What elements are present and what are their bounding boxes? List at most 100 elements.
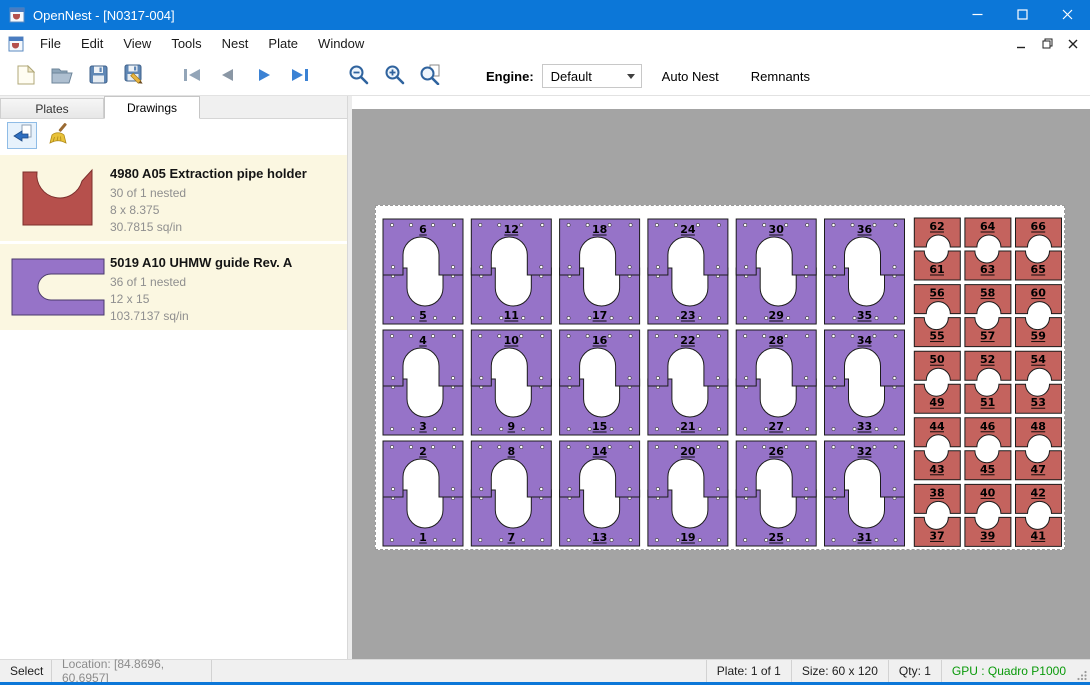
part-number: 64 [980, 220, 996, 233]
nav-next-button[interactable] [248, 60, 280, 92]
open-folder-icon [51, 66, 73, 87]
part-number: 60 [1031, 287, 1047, 300]
mdi-restore-button[interactable] [1036, 34, 1058, 53]
tab-plates-label: Plates [35, 102, 68, 116]
menu-item-plate[interactable]: Plate [258, 32, 308, 55]
main-area: Plates Drawings 4980 A05 Extraction pipe… [0, 96, 1090, 659]
minimize-button[interactable] [955, 0, 1000, 30]
part-number: 58 [980, 287, 995, 300]
status-plate-size: Size: 60 x 120 [791, 660, 888, 682]
remnants-button[interactable]: Remnants [739, 63, 822, 90]
nav-last-button[interactable] [284, 60, 316, 92]
minimize-icon [972, 8, 983, 23]
mdi-document-icon [8, 36, 24, 52]
part-number: 50 [929, 353, 945, 366]
part-number: 29 [769, 309, 784, 322]
chevron-down-icon [627, 74, 635, 79]
menubar: File Edit View Tools Nest Plate Window [0, 30, 1090, 57]
zoom-fit-button[interactable] [414, 60, 446, 92]
part-number: 28 [769, 334, 784, 347]
part-number: 49 [929, 396, 944, 409]
part-number: 35 [857, 309, 872, 322]
part-number: 25 [769, 531, 784, 544]
nest-svg-container: 6512111817242330293635431091615222128273… [376, 206, 1064, 549]
arrow-left-page-icon [11, 123, 33, 148]
open-button[interactable] [46, 60, 78, 92]
part-number: 31 [857, 531, 872, 544]
clean-button[interactable] [44, 122, 74, 149]
broom-icon [48, 122, 70, 149]
part-number: 34 [857, 334, 873, 347]
part-number: 32 [857, 445, 872, 458]
menu-item-view[interactable]: View [113, 32, 161, 55]
part-number: 6 [419, 223, 427, 236]
zoom-out-button[interactable] [342, 60, 374, 92]
status-gpu: GPU : Quadro P1000 [941, 660, 1076, 682]
drawing-thumbnail [6, 163, 110, 233]
nest-plate-svg: 6512111817242330293635431091615222128273… [376, 206, 1064, 549]
mdi-close-button[interactable] [1062, 34, 1084, 53]
auto-nest-button[interactable]: Auto Nest [650, 63, 731, 90]
part-number: 5 [419, 309, 427, 322]
part-number: 7 [507, 531, 515, 544]
menu-item-nest[interactable]: Nest [212, 32, 259, 55]
save-as-button[interactable] [118, 60, 150, 92]
drawing-item-uhmw-guide[interactable]: 5019 A10 UHMW guide Rev. A 36 of 1 neste… [0, 244, 347, 330]
zoom-in-button[interactable] [378, 60, 410, 92]
nest-plate[interactable]: 6512111817242330293635431091615222128273… [375, 205, 1065, 550]
close-button[interactable] [1045, 0, 1090, 30]
engine-selected-value: Default [551, 69, 592, 84]
save-as-icon [124, 64, 145, 88]
drawing-thumbnail [6, 252, 110, 322]
menu-item-window[interactable]: Window [308, 32, 374, 55]
part-number: 30 [769, 223, 785, 236]
mdi-minimize-button[interactable] [1010, 34, 1032, 53]
tab-drawings[interactable]: Drawings [104, 96, 200, 119]
save-button[interactable] [82, 60, 114, 92]
drawing-nested-count: 36 of 1 nested [110, 274, 343, 291]
part-number: 1 [419, 531, 427, 544]
engine-select[interactable]: Default [542, 64, 642, 88]
menu-item-edit[interactable]: Edit [71, 32, 113, 55]
part-number: 53 [1031, 396, 1046, 409]
import-drawing-button[interactable] [7, 122, 37, 149]
panel-tabs: Plates Drawings [0, 96, 347, 119]
canvas-margin-strip [352, 96, 1090, 109]
resize-grip[interactable] [1076, 660, 1090, 682]
menu-item-file[interactable]: File [30, 32, 71, 55]
new-button[interactable] [10, 60, 42, 92]
part-number: 15 [592, 420, 607, 433]
status-location: Location: [84.8696, 60.6957] [52, 660, 212, 682]
left-panel: Plates Drawings 4980 A05 Extraction pipe… [0, 96, 347, 659]
part-number: 26 [769, 445, 785, 458]
drawing-list: 4980 A05 Extraction pipe holder 30 of 1 … [0, 152, 347, 659]
drawing-title: 4980 A05 Extraction pipe holder [110, 166, 343, 181]
nav-first-button[interactable] [176, 60, 208, 92]
nav-prev-button[interactable] [212, 60, 244, 92]
part-number: 55 [929, 330, 944, 343]
last-plate-icon [290, 67, 310, 86]
zoom-fit-icon [419, 64, 441, 88]
part-number: 8 [507, 445, 515, 458]
maximize-button[interactable] [1000, 0, 1045, 30]
part-number: 51 [980, 396, 995, 409]
status-mode: Select [0, 660, 52, 682]
part-number: 37 [929, 529, 944, 542]
part-number: 65 [1031, 263, 1046, 276]
nest-canvas[interactable]: 6512111817242330293635431091615222128273… [352, 96, 1090, 659]
drawing-title: 5019 A10 UHMW guide Rev. A [110, 255, 343, 270]
close-icon [1062, 8, 1073, 23]
part-number: 2 [419, 445, 427, 458]
drawing-item-extraction-pipe-holder[interactable]: 4980 A05 Extraction pipe holder 30 of 1 … [0, 155, 347, 241]
part-number: 61 [929, 263, 944, 276]
part-number: 48 [1031, 420, 1046, 433]
window-title: OpenNest - [N0317-004] [33, 8, 175, 23]
first-plate-icon [182, 67, 202, 86]
menu-item-tools[interactable]: Tools [161, 32, 211, 55]
part-number: 63 [980, 263, 995, 276]
part-number: 59 [1031, 330, 1046, 343]
titlebar: OpenNest - [N0317-004] [0, 0, 1090, 30]
part-number: 21 [680, 420, 695, 433]
part-number: 14 [592, 445, 608, 458]
tab-plates[interactable]: Plates [0, 98, 104, 118]
